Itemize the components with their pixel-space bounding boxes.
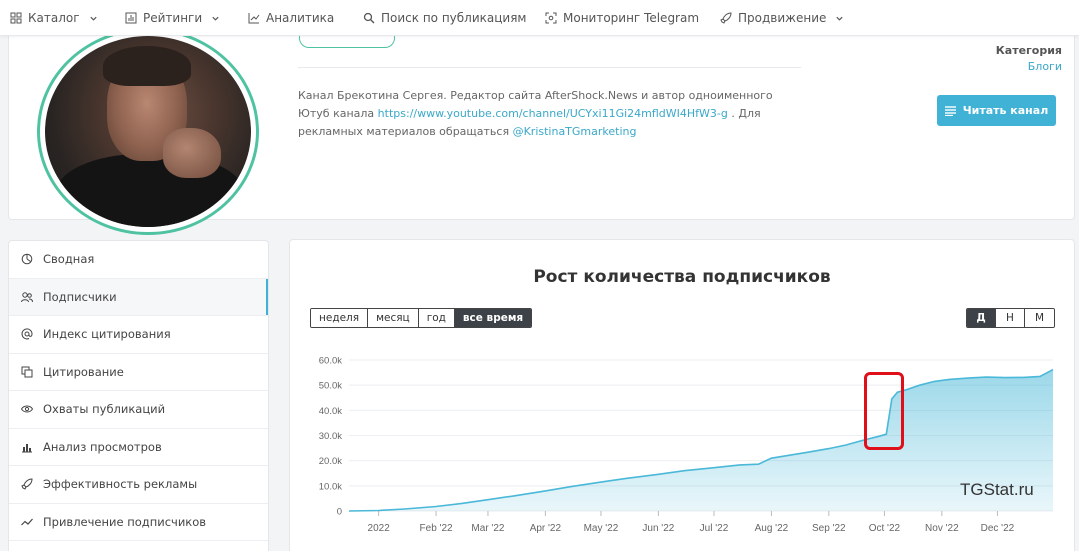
analytics-icon	[248, 13, 260, 24]
nav-ratings[interactable]: Рейтинги	[125, 0, 220, 36]
subscribers-area-chart[interactable]: 0 10.0k 20.0k 30.0k 40.0k 50.0k 60.0k 2022 Feb '…	[290, 240, 1076, 551]
ratings-icon	[125, 12, 137, 24]
sidebar-item-citation[interactable]: Цитирование	[9, 354, 268, 391]
contact-link[interactable]: @KristinaTGmarketing	[513, 125, 637, 138]
nav-promotion-label: Продвижение	[738, 11, 827, 25]
x-tick-label: Mar '22	[471, 523, 504, 534]
x-tick-label: May '22	[584, 523, 619, 534]
x-tick-label: 2022	[368, 523, 391, 534]
subscribers-icon	[21, 292, 33, 302]
at-icon	[21, 328, 33, 340]
nav-analytics[interactable]: Аналитика	[248, 0, 334, 36]
nav-monitoring[interactable]: Мониторинг Telegram	[545, 0, 699, 36]
youtube-link[interactable]: https://www.youtube.com/channel/UCYxi11G…	[378, 107, 728, 120]
category-value[interactable]: Блоги	[1028, 60, 1062, 73]
grid-icon	[10, 12, 22, 24]
eye-icon	[21, 405, 33, 413]
list-icon	[944, 105, 956, 116]
x-tick-label: Aug '22	[755, 523, 789, 534]
bar-chart-icon	[22, 443, 32, 453]
y-tick-label: 10.0k	[319, 481, 342, 492]
x-tick-label: Jun '22	[642, 523, 674, 534]
category-label: Категория	[995, 44, 1062, 57]
y-tick-label: 40.0k	[319, 406, 342, 417]
rocket-icon	[720, 12, 732, 24]
subscribers-chart-card: Рост количества подписчиков неделя месяц…	[289, 239, 1075, 551]
x-tick-label: Jul '22	[700, 523, 729, 534]
x-tick-label: Nov '22	[925, 523, 959, 534]
search-icon	[363, 12, 375, 24]
channel-description: Канал Брекотина Сергея. Редактор сайта A…	[298, 89, 773, 138]
top-navigation: Каталог Рейтинги Аналитика Поиск по публ…	[0, 0, 1079, 36]
nav-catalog-label: Каталог	[28, 11, 80, 25]
nav-search-label: Поиск по публикациям	[381, 11, 527, 25]
summary-icon	[21, 253, 33, 265]
channel-avatar	[37, 28, 259, 235]
nav-analytics-label: Аналитика	[266, 11, 335, 25]
y-tick-label: 50.0k	[319, 381, 342, 392]
sidebar-item-subscribers[interactable]: Подписчики	[9, 278, 268, 316]
quote-icon	[21, 366, 33, 378]
y-tick-label: 30.0k	[319, 431, 342, 442]
nav-promotion[interactable]: Продвижение	[720, 0, 844, 36]
sidebar-item-views-analysis[interactable]: Анализ просмотров	[9, 429, 268, 466]
sidebar-item-reach[interactable]: Охваты публикаций	[9, 391, 268, 429]
read-channel-button[interactable]: Читать канал	[937, 95, 1056, 126]
x-tick-label: Sep '22	[812, 523, 846, 534]
monitor-icon	[545, 12, 557, 24]
channel-card: Канал Брекотина Сергея. Редактор сайта A…	[8, 28, 1075, 235]
stats-sidebar: Сводная Подписчики Индекс цитирования Ци…	[8, 240, 269, 551]
y-tick-label: 60.0k	[319, 356, 342, 367]
x-tick-label: Apr '22	[530, 523, 562, 534]
spike-highlight-box	[864, 372, 904, 450]
sidebar-item-citation-index[interactable]: Индекс цитирования	[9, 316, 268, 354]
x-tick-label: Dec '22	[981, 523, 1015, 534]
tgstat-watermark: TGStat.ru	[960, 480, 1034, 499]
sidebar-item-summary[interactable]: Сводная	[9, 241, 268, 279]
nav-monitoring-label: Мониторинг Telegram	[563, 11, 700, 25]
nav-catalog[interactable]: Каталог	[10, 0, 98, 36]
y-tick-label: 0	[337, 507, 342, 518]
nav-ratings-label: Рейтинги	[143, 11, 203, 25]
chevron-down-icon	[89, 16, 97, 21]
nav-search-publications[interactable]: Поиск по публикациям	[363, 0, 526, 36]
chevron-down-icon	[836, 16, 843, 21]
x-tick-label: Feb '22	[420, 523, 453, 534]
x-tick-label: Oct '22	[869, 523, 901, 534]
divider	[298, 67, 801, 68]
subscribers-area-fill	[349, 369, 1053, 511]
trend-icon	[21, 518, 33, 526]
megaphone-icon	[21, 478, 33, 490]
chevron-down-icon	[212, 16, 219, 21]
read-channel-label: Читать канал	[962, 104, 1049, 117]
y-tick-label: 20.0k	[319, 456, 342, 467]
sidebar-item-attraction[interactable]: Привлечение подписчиков	[9, 504, 268, 541]
avatar-photo	[45, 36, 251, 227]
sidebar-item-ad-efficiency[interactable]: Эффективность рекламы	[9, 466, 268, 504]
